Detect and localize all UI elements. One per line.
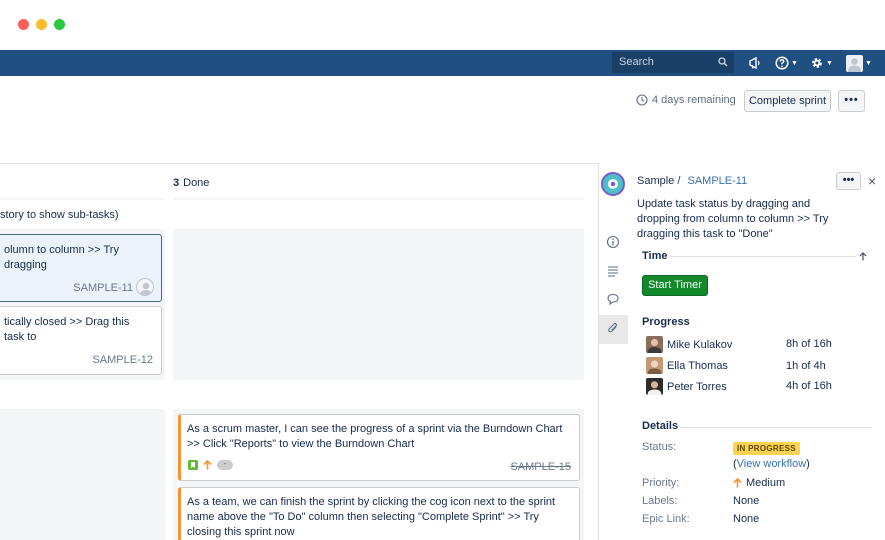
done-label: Done: [183, 177, 210, 189]
maximize-window-button[interactable]: [54, 19, 65, 30]
breadcrumb-issue-key[interactable]: SAMPLE-11: [687, 175, 747, 187]
status-badge[interactable]: IN PROGRESS: [733, 442, 800, 455]
card-summary: As a scrum master, I can see the progres…: [187, 423, 563, 450]
remaining-text: 4 days remaining: [652, 94, 736, 106]
profile-menu-button[interactable]: ▼: [846, 54, 872, 72]
user-avatar-icon: [646, 357, 663, 374]
issue-summary: Update task status by dragging and dropp…: [637, 198, 829, 240]
assignee-avatar-icon: [136, 278, 154, 296]
issue-card[interactable]: As a team, we can finish the sprint by c…: [178, 487, 580, 540]
description-tab[interactable]: [606, 264, 620, 281]
close-icon[interactable]: ×: [868, 173, 876, 189]
project-avatar-icon: [601, 172, 625, 196]
progress-row: Mike Kulakov: [646, 336, 732, 353]
collapse-arrow-icon[interactable]: [859, 252, 867, 261]
card-key: SAMPLE-11: [73, 282, 133, 294]
attachment-icon: [608, 322, 618, 333]
details-tab[interactable]: [606, 235, 620, 252]
section-divider: [670, 256, 856, 257]
swimlane-label: story to show sub-tasks): [0, 209, 119, 221]
user-avatar-icon: [646, 378, 663, 395]
chevron-down-icon: ▼: [865, 59, 872, 67]
card-key: SAMPLE-12: [92, 354, 153, 366]
epic-link-label: Epic Link:: [642, 513, 690, 525]
paren-close: ): [806, 458, 810, 470]
user-avatar-icon: [646, 336, 663, 353]
breadcrumb-separator: /: [677, 175, 681, 187]
issue-card[interactable]: tically closed >> Drag this task to SAMP…: [0, 306, 162, 375]
priority-label: Priority:: [642, 477, 680, 489]
story-icon: [188, 460, 198, 470]
time-section-title: Time: [642, 250, 668, 262]
attachments-tab[interactable]: [606, 321, 620, 338]
user-avatar-icon: [846, 54, 863, 72]
progress-value: 8h of 16h: [786, 338, 832, 350]
labels-value[interactable]: None: [733, 495, 759, 507]
breadcrumb-project[interactable]: Sample: [637, 175, 674, 187]
progress-user-name: Peter Torres: [667, 380, 727, 393]
section-divider: [680, 427, 872, 428]
card-summary: olumn to column >> Try dragging: [4, 244, 119, 271]
column-underline: [173, 198, 584, 200]
close-window-button[interactable]: [18, 19, 29, 30]
progress-row: Ella Thomas: [646, 357, 728, 374]
column-in-progress: [0, 409, 165, 540]
column-done[interactable]: [173, 229, 584, 380]
epic-link-value[interactable]: None: [733, 513, 759, 525]
board-divider: [0, 163, 598, 164]
column-underline: [0, 198, 164, 200]
labels-label: Labels:: [642, 495, 678, 507]
progress-user-name: Ella Thomas: [667, 359, 728, 372]
progress-row: Peter Torres: [646, 378, 727, 395]
column-header-done: 3 Done: [173, 177, 209, 189]
sprint-remaining: 4 days remaining: [636, 94, 736, 106]
priority-up-icon: [733, 478, 742, 488]
sprint-more-button[interactable]: •••: [838, 90, 865, 112]
status-label: Status:: [642, 441, 677, 453]
search-placeholder: Search: [619, 56, 654, 68]
progress-value: 1h of 4h: [786, 360, 826, 372]
progress-user-name: Mike Kulakov: [667, 338, 733, 351]
detail-panel-divider: [598, 163, 599, 540]
priority-up-icon: [203, 460, 212, 470]
progress-section-title: Progress: [642, 316, 690, 328]
status-lozenge[interactable]: IN PROGRESS: [733, 442, 800, 455]
feedback-button[interactable]: [748, 54, 762, 72]
window-titlebar: [0, 0, 885, 50]
search-icon: [718, 57, 728, 67]
priority-value[interactable]: Medium: [733, 477, 785, 489]
card-summary: tically closed >> Drag this task to: [4, 316, 130, 343]
card-key: SAMPLE-15: [510, 461, 571, 473]
top-navigation: Search ▼ ▼ ▼: [0, 50, 885, 76]
breadcrumb: Sample / SAMPLE-11: [637, 175, 747, 187]
progress-value: 4h of 16h: [786, 380, 832, 392]
priority-text: Medium: [746, 477, 786, 489]
comment-icon: [607, 293, 619, 306]
details-section-title: Details: [642, 420, 679, 432]
settings-menu-button[interactable]: ▼: [810, 54, 833, 72]
chevron-down-icon: ▼: [791, 59, 798, 67]
view-workflow-link[interactable]: View workflow: [737, 458, 807, 470]
start-timer-button[interactable]: Start Timer: [642, 275, 708, 296]
chevron-down-icon: ▼: [826, 59, 833, 67]
issue-more-button[interactable]: •••: [836, 172, 861, 190]
search-input[interactable]: Search: [612, 52, 734, 73]
description-icon: [608, 266, 618, 277]
info-icon: [606, 235, 620, 249]
issue-card[interactable]: As a scrum master, I can see the progres…: [178, 414, 580, 481]
help-menu-button[interactable]: ▼: [775, 54, 798, 72]
done-count: 3: [173, 177, 180, 189]
minimize-window-button[interactable]: [36, 19, 47, 30]
gear-icon: [812, 58, 822, 68]
help-icon: [775, 56, 789, 70]
megaphone-icon: [749, 56, 760, 70]
estimate-badge: -: [217, 460, 233, 470]
card-summary: As a team, we can finish the sprint by c…: [187, 496, 556, 538]
comments-tab[interactable]: [606, 292, 620, 309]
issue-card[interactable]: olumn to column >> Try dragging SAMPLE-1…: [0, 234, 162, 302]
clock-icon: [636, 94, 648, 106]
complete-sprint-button[interactable]: Complete sprint: [744, 90, 831, 112]
workflow-link-row: (View workflow): [733, 458, 810, 470]
